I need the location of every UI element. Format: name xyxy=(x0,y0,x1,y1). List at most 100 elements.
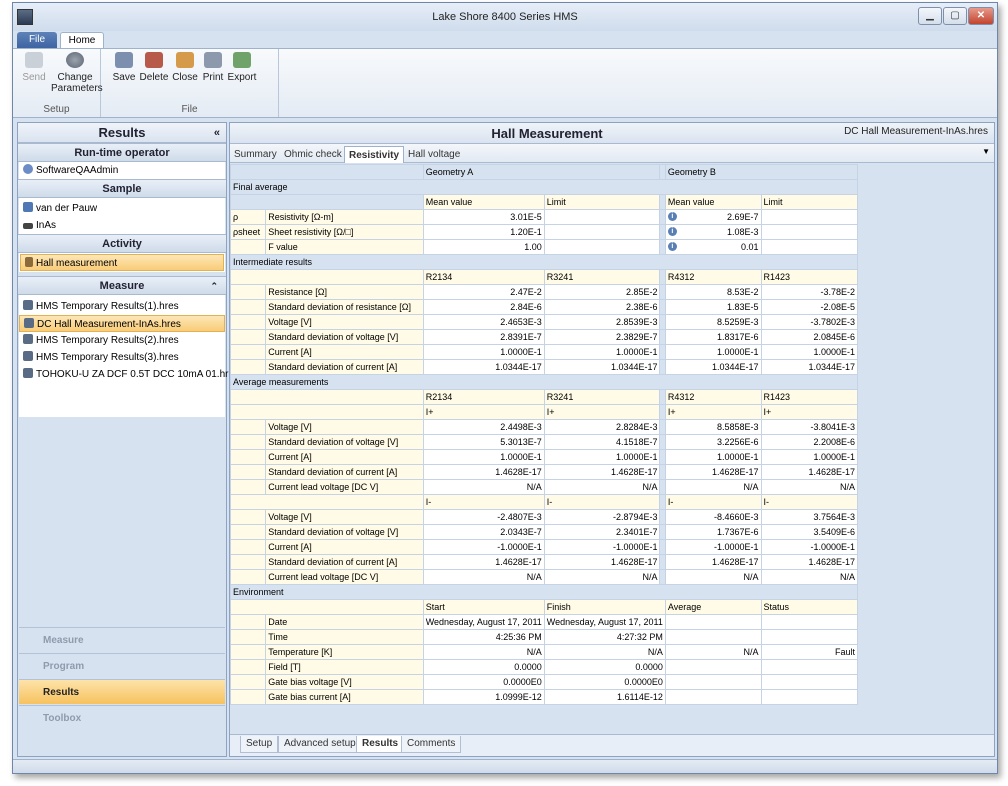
blank-cell xyxy=(229,329,267,345)
info-icon[interactable]: i xyxy=(667,212,677,221)
page-title: Hall Measurement xyxy=(491,126,603,141)
activity-item[interactable]: Hall measurement xyxy=(20,254,224,271)
table-cell: N/A xyxy=(422,479,545,495)
tab-home[interactable]: Home xyxy=(60,32,104,49)
tab-dropdown-icon[interactable]: ▼ xyxy=(982,147,990,156)
column-header: Finish xyxy=(543,599,666,615)
measure-file-item[interactable]: HMS Temporary Results(3).hres xyxy=(19,349,225,366)
maximize-button[interactable]: ▢ xyxy=(943,7,967,25)
section-row: Final average xyxy=(230,179,858,195)
table-cell: 0.0000E0 xyxy=(543,674,666,690)
table-cell: 1.0000E-1 xyxy=(760,344,859,360)
close-button[interactable]: ✕ xyxy=(968,7,994,25)
table-cell: 2.0845E-6 xyxy=(760,329,859,345)
delete-icon xyxy=(145,52,163,68)
table-cell: -1.0000E-1 xyxy=(422,539,545,555)
table-cell: 1.0344E-17 xyxy=(664,359,762,375)
tab-advanced-setup[interactable]: Advanced setup xyxy=(278,736,362,753)
delete-button[interactable]: Delete xyxy=(139,52,169,83)
row-label: Voltage [V] xyxy=(265,509,424,525)
info-icon[interactable]: i xyxy=(667,227,677,236)
results-panel-title: Results « xyxy=(18,123,226,143)
row-label: Current lead voltage [DC V] xyxy=(265,479,424,495)
operator-box: SoftwareQAAdmin xyxy=(19,162,225,179)
collapse-measure-icon[interactable]: ⌃ xyxy=(210,277,218,296)
table-row: Standard deviation of resistance [Ω] 2.84… xyxy=(229,299,859,315)
tab-resistivity[interactable]: Resistivity xyxy=(344,146,405,163)
bottom-tabs: Setup Advanced setup Results Comments xyxy=(230,734,994,756)
table-cell: Wednesday, August 17, 2011 xyxy=(543,614,666,630)
blank-cell xyxy=(229,344,267,360)
section-environment: Environment xyxy=(230,584,858,600)
tab-file[interactable]: File xyxy=(17,32,57,49)
tab-summary[interactable]: Summary xyxy=(230,146,281,163)
table-cell: 1.8317E-6 xyxy=(664,329,762,345)
limit-cell xyxy=(543,224,661,240)
file-icon xyxy=(23,351,33,361)
measure-file-item[interactable]: TOHOKU-U ZA DCF 0.5T DCC 10mA 01.hres xyxy=(19,366,239,383)
setup-group: Send Change Parameters Setup xyxy=(13,49,103,117)
polarity-header: I+ xyxy=(760,404,859,420)
info-icon[interactable]: i xyxy=(667,242,677,251)
table-cell xyxy=(664,629,762,645)
save-icon xyxy=(115,52,133,68)
nav-results[interactable]: Results xyxy=(19,679,225,704)
collapse-panel-icon[interactable]: « xyxy=(214,123,220,143)
minimize-button[interactable]: ▁ xyxy=(918,7,942,25)
wand-icon xyxy=(25,257,33,267)
table-row: ρsheet Sheet resistivity [Ω/□] 1.20E-1 i 1.0… xyxy=(229,224,859,240)
blank-cell xyxy=(229,629,267,645)
table-cell: 1.0999E-12 xyxy=(422,689,545,705)
row-label: Standard deviation of current [A] xyxy=(265,554,424,570)
measure-file-item-selected[interactable]: DC Hall Measurement-InAs.hres xyxy=(19,315,225,332)
table-row: Current [A] -1.0000E-1 -1.0000E-1 -1.0000E-… xyxy=(229,539,859,555)
results-grid-area: Geometry A Geometry B Final average Mean va… xyxy=(229,164,994,734)
value-cell: i 1.08E-3 xyxy=(664,224,762,240)
table-cell xyxy=(760,629,859,645)
value-cell: i 2.69E-7 xyxy=(664,209,762,225)
section-average-measurements: Average measurements xyxy=(230,374,858,390)
tab-setup[interactable]: Setup xyxy=(240,736,279,753)
table-cell: -3.8041E-3 xyxy=(760,419,859,435)
save-button[interactable]: Save xyxy=(111,52,137,83)
export-button[interactable]: Export xyxy=(227,52,257,83)
polarity-header: I+ xyxy=(543,404,661,420)
blank-cell xyxy=(229,674,267,690)
table-cell: N/A xyxy=(422,569,545,585)
tab-ohmic-check[interactable]: Ohmic check xyxy=(280,146,346,163)
nav-measure[interactable]: Measure xyxy=(19,627,225,652)
table-cell: Wednesday, August 17, 2011 xyxy=(422,614,545,630)
table-row: Current [A] 1.0000E-1 1.0000E-1 1.0000E-1 1.… xyxy=(229,449,859,465)
tab-comments[interactable]: Comments xyxy=(401,736,462,753)
row-label: Field [T] xyxy=(265,659,424,675)
column-header: R2134 xyxy=(422,269,545,285)
measure-file-item[interactable]: HMS Temporary Results(1).hres xyxy=(19,298,225,315)
change-parameters-button[interactable]: Change Parameters xyxy=(51,52,103,94)
table-row: Current [A] 1.0000E-1 1.0000E-1 1.0000E-1 1.… xyxy=(229,344,859,360)
tab-results[interactable]: Results xyxy=(356,736,405,753)
window-title: Lake Shore 8400 Series HMS xyxy=(432,11,578,23)
operator-item[interactable]: SoftwareQAAdmin xyxy=(19,162,225,179)
results-table: Geometry A Geometry B Final average Mean va… xyxy=(229,164,859,705)
printer-icon xyxy=(204,52,222,68)
measure-file-item[interactable]: HMS Temporary Results(2).hres xyxy=(19,332,225,349)
sample-item-material[interactable]: InAs xyxy=(19,217,225,234)
limit-cell xyxy=(543,209,661,225)
send-button[interactable]: Send xyxy=(19,52,49,83)
blank-cell xyxy=(230,164,424,180)
column-header: Limit xyxy=(543,194,661,210)
table-cell: 2.4498E-3 xyxy=(422,419,545,435)
sample-item-geometry[interactable]: van der Pauw xyxy=(19,200,225,217)
table-cell: N/A xyxy=(543,644,666,660)
polarity-row: I- I- I- I- xyxy=(230,494,859,510)
env-row: Gate bias voltage [V] 0.0000E0 0.0000E0 xyxy=(229,674,859,690)
sample-box: van der Pauw InAs xyxy=(19,198,225,234)
gear-icon xyxy=(66,52,84,68)
tab-hall-voltage[interactable]: Hall voltage xyxy=(404,146,464,163)
nav-program[interactable]: Program xyxy=(19,653,225,678)
nav-toolbox[interactable]: Toolbox xyxy=(19,705,225,730)
section-intermediate-results: Intermediate results xyxy=(230,254,858,270)
close-file-button[interactable]: Close xyxy=(171,52,199,83)
table-cell: 1.0000E-1 xyxy=(422,344,545,360)
print-button[interactable]: Print xyxy=(201,52,225,83)
